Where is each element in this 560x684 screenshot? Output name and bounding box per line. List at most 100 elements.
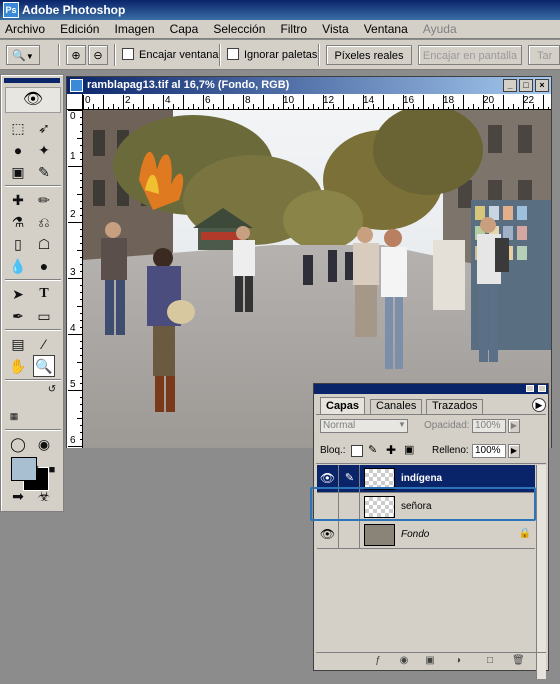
app-title: Adobe Photoshop xyxy=(22,3,126,17)
layer-mask-icon[interactable]: ◉ xyxy=(398,655,410,667)
menu-imagen[interactable]: Imagen xyxy=(109,20,161,39)
maximize-button[interactable]: □ xyxy=(519,79,533,92)
zoom-in-button[interactable]: ⊕ xyxy=(66,45,86,65)
checkbox-box[interactable] xyxy=(122,48,134,60)
menu-seleccion[interactable]: Selección xyxy=(207,20,271,39)
trash-icon[interactable]: 🗑 xyxy=(512,655,525,667)
zoom-tool-preset-button[interactable]: 🔍▼ xyxy=(6,45,40,65)
new-group-icon[interactable]: ▣ xyxy=(424,655,436,667)
imageready-icon[interactable]: ☣ xyxy=(33,485,55,507)
new-layer-icon[interactable]: □ xyxy=(484,655,496,667)
rectangle-tool-icon[interactable]: ▭ xyxy=(33,305,55,327)
minimize-button[interactable]: _ xyxy=(503,79,517,92)
blur-tool-icon[interactable]: 💧 xyxy=(7,255,29,277)
history-brush-tool-icon[interactable]: ⎌ xyxy=(33,211,55,233)
tab-canales[interactable]: Canales xyxy=(370,399,423,414)
type-tool-icon[interactable]: T xyxy=(33,283,55,305)
clone-stamp-tool-icon[interactable]: ⚗ xyxy=(7,211,29,233)
lasso-tool-icon[interactable]: ⦁ xyxy=(7,139,29,161)
palette-title-bar[interactable] xyxy=(314,384,548,394)
adjustment-layer-icon[interactable]: ◑ xyxy=(452,655,464,667)
fill-stepper[interactable]: ▶ xyxy=(508,444,520,458)
opacity-label: Opacidad: xyxy=(424,420,470,431)
toolbox-title-bar xyxy=(4,78,60,83)
menu-ayuda[interactable]: Ayuda xyxy=(417,20,463,39)
actual-pixels-button[interactable]: Píxeles reales xyxy=(326,45,412,65)
notes-tool-icon[interactable]: ▤ xyxy=(7,333,29,355)
crop-tool-icon[interactable]: ▣ xyxy=(7,161,29,183)
menu-archivo[interactable]: Archivo xyxy=(0,20,51,39)
menu-filtro[interactable]: Filtro xyxy=(274,20,313,39)
magic-wand-tool-icon[interactable]: ✦ xyxy=(33,139,55,161)
ruler-label: 18 xyxy=(443,95,455,106)
quick-mask-mode-icon[interactable]: ◉ xyxy=(33,433,55,455)
tab-capas[interactable]: Capas xyxy=(320,397,366,414)
menu-ventana[interactable]: Ventana xyxy=(358,20,414,39)
toolbox-divider xyxy=(5,185,61,187)
fill-field[interactable]: 100% xyxy=(472,444,506,458)
lock-transparency-icon[interactable] xyxy=(351,445,363,457)
pen-tool-icon[interactable]: ✒ xyxy=(7,305,29,327)
menu-capa[interactable]: Capa xyxy=(164,20,205,39)
print-size-button[interactable]: Tar xyxy=(528,45,560,65)
jump-to-imageready-icon[interactable]: ➡ xyxy=(7,485,29,507)
fit-screen-button[interactable]: Encajar en pantalla xyxy=(418,45,522,65)
hand-tool-icon[interactable]: ✋ xyxy=(7,355,29,377)
opacity-stepper[interactable]: ▶ xyxy=(508,419,520,433)
layer-row-fondo[interactable]: 👁 Fondo 🔒 xyxy=(317,521,535,549)
options-bar: 🔍▼ ⊕ ⊖ Encajar ventana Ignorar paletas P… xyxy=(0,40,560,70)
standard-mode-icon[interactable]: ◯ xyxy=(7,433,29,455)
ruler-label: 4 xyxy=(70,323,76,334)
document-title-bar: ramblapag13.tif al 16,7% (Fondo, RGB) xyxy=(67,77,551,94)
zoom-tool-icon[interactable]: 🔍 xyxy=(33,355,55,377)
ignore-palettes-checkbox[interactable]: Ignorar paletas xyxy=(227,45,317,65)
woman-beige xyxy=(353,227,379,337)
layer-style-icon[interactable]: ƒ xyxy=(372,655,384,667)
chevron-down-icon: ▼ xyxy=(25,52,34,61)
layer-name: Fondo xyxy=(401,529,430,540)
ruler-label: 0 xyxy=(85,95,91,106)
ruler-label: 14 xyxy=(363,95,375,106)
ruler-label: 6 xyxy=(70,435,76,446)
dodge-tool-icon[interactable]: ● xyxy=(33,255,55,277)
path-selection-tool-icon[interactable]: ➤ xyxy=(7,283,29,305)
paint-bucket-tool-icon[interactable]: ☖ xyxy=(33,233,55,255)
lock-all-icon[interactable]: ▣ xyxy=(404,443,414,456)
layers-palette: Capas Canales Trazados ▶ Normal ▼ Opacid… xyxy=(313,383,549,679)
palette-menu-arrow-icon[interactable]: ▶ xyxy=(532,398,546,412)
palette-close-button[interactable] xyxy=(538,385,546,392)
ruler-origin[interactable] xyxy=(67,94,83,110)
ruler-label: 12 xyxy=(323,95,335,106)
move-tool-icon[interactable]: ➶ xyxy=(33,117,55,139)
toolbox-divider xyxy=(5,279,61,281)
slice-tool-icon[interactable]: ✎ xyxy=(33,161,55,183)
lock-position-icon[interactable]: ✚ xyxy=(386,443,396,457)
selection-highlight-frame xyxy=(310,487,536,521)
swap-colors-icon[interactable]: ↺ xyxy=(41,379,63,401)
foreground-color-swatch[interactable] xyxy=(11,457,37,481)
menu-edicion[interactable]: Edición xyxy=(54,20,105,39)
eraser-tool-icon[interactable]: ▯ xyxy=(7,233,29,255)
palette-divider xyxy=(316,463,546,464)
marquee-tool-icon[interactable]: ⬚ xyxy=(7,117,29,139)
tab-trazados[interactable]: Trazados xyxy=(426,399,484,414)
close-button[interactable]: × xyxy=(535,79,549,92)
full-screen-mode-icon[interactable]: ■ xyxy=(41,459,63,481)
palette-minimize-button[interactable] xyxy=(526,385,534,392)
menu-vista[interactable]: Vista xyxy=(316,20,354,39)
fit-window-checkbox[interactable]: Encajar ventana xyxy=(122,45,219,65)
zoom-out-button[interactable]: ⊖ xyxy=(88,45,108,65)
checkbox-box[interactable] xyxy=(227,48,239,60)
default-colors-icon[interactable]: ▦ xyxy=(3,405,25,427)
eyedropper-tool-icon[interactable]: ⁄ xyxy=(33,333,55,355)
healing-brush-tool-icon[interactable]: ✚ xyxy=(7,189,29,211)
visibility-eye-icon[interactable]: 👁 xyxy=(317,521,339,548)
brush-tool-icon[interactable]: ✏ xyxy=(33,189,55,211)
link-toggle-empty[interactable] xyxy=(340,521,360,548)
lock-image-icon[interactable]: ✎ xyxy=(368,443,377,456)
vertical-ruler[interactable]: 0 1 2 3 4 5 6 xyxy=(67,110,83,448)
blend-mode-select[interactable]: Normal xyxy=(320,419,408,433)
horizontal-ruler[interactable]: 0 2 4 6 8 10 12 14 16 18 20 22 xyxy=(83,94,551,110)
layers-scrollbar[interactable] xyxy=(536,465,546,679)
opacity-field[interactable]: 100% xyxy=(472,419,506,433)
